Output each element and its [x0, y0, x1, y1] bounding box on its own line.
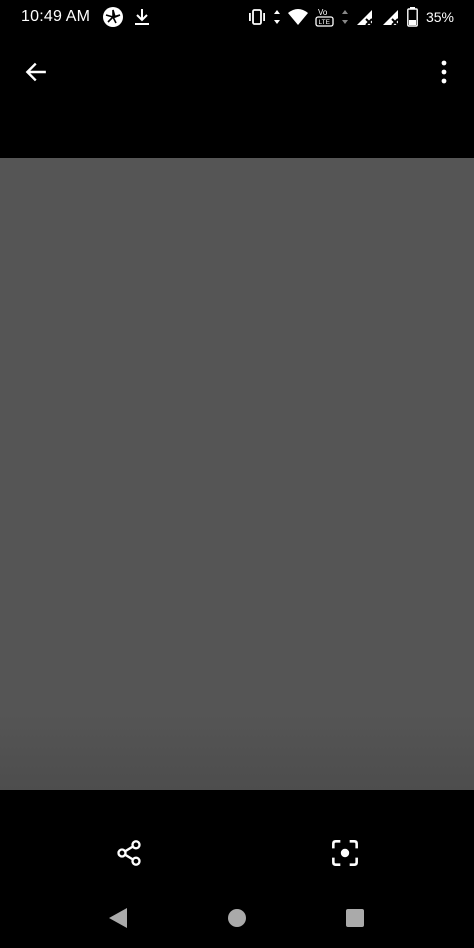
arrow-back-icon [14, 50, 58, 94]
nav-back-button[interactable] [104, 904, 132, 932]
image-preview[interactable] [0, 158, 474, 790]
more-options-button[interactable] [426, 50, 462, 94]
nav-home-button[interactable] [223, 904, 251, 932]
battery-icon [407, 7, 418, 27]
download-icon [132, 7, 152, 27]
volte-icon: Vo LTE [315, 6, 335, 28]
data-arrows-icon [273, 9, 281, 25]
signal-no-service-icon [381, 8, 401, 26]
svg-text:LTE: LTE [318, 19, 330, 26]
data-arrows-icon [341, 9, 349, 25]
more-vert-icon [426, 50, 462, 94]
status-left-icons [102, 6, 152, 28]
status-time: 10:49 AM [21, 8, 91, 25]
nav-home-circle-icon [223, 904, 251, 932]
vibrate-icon [247, 8, 267, 26]
battery-percent: 35% [425, 9, 454, 25]
nav-back-triangle-icon [104, 904, 132, 932]
status-bar: 10:49 AM Vo LTE 35% [0, 0, 474, 36]
share-icon [106, 830, 152, 876]
status-right-icons: Vo LTE 35% [247, 6, 454, 28]
lens-button[interactable] [322, 830, 368, 876]
lens-icon [322, 830, 368, 876]
signal-no-service-icon [355, 8, 375, 26]
wifi-icon [287, 8, 309, 26]
nav-recents-button[interactable] [341, 904, 369, 932]
app-bar [0, 36, 474, 108]
system-nav-bar [0, 890, 474, 948]
nav-recents-square-icon [341, 904, 369, 932]
back-button[interactable] [14, 50, 58, 94]
share-button[interactable] [106, 830, 152, 876]
svg-text:Vo: Vo [318, 8, 328, 17]
bottom-action-bar [0, 790, 474, 890]
pinwheel-app-icon [102, 6, 124, 28]
